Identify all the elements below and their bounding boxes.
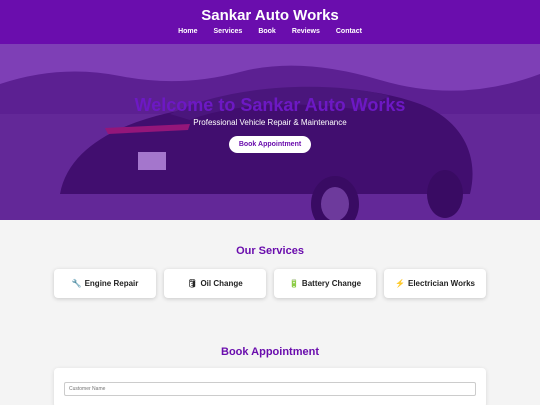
- service-label: Oil Change: [200, 279, 243, 288]
- booking-form: [54, 368, 486, 405]
- services-section: Our Services 🔧 Engine Repair 🛢 Oil Chang…: [0, 220, 540, 298]
- nav-services[interactable]: Services: [214, 28, 243, 35]
- service-card-electrician-works[interactable]: ⚡ Electrician Works: [384, 269, 486, 298]
- site-header: Sankar Auto Works Home Services Book Rev…: [0, 0, 540, 44]
- oil-icon: 🛢: [187, 279, 198, 288]
- booking-section: Book Appointment: [0, 346, 540, 405]
- hero-subtitle: Professional Vehicle Repair & Maintenanc…: [193, 118, 347, 127]
- service-card-battery-change[interactable]: 🔋 Battery Change: [274, 269, 376, 298]
- service-label: Battery Change: [301, 279, 362, 288]
- services-title: Our Services: [236, 245, 304, 257]
- lightning-icon: ⚡: [395, 279, 405, 288]
- nav-book[interactable]: Book: [258, 28, 276, 35]
- hero-heading: Welcome to Sankar Auto Works: [134, 95, 406, 115]
- hero-section: Welcome to Sankar Auto Works Professiona…: [0, 44, 540, 220]
- service-label: Electrician Works: [407, 279, 475, 288]
- nav-home[interactable]: Home: [178, 28, 197, 35]
- nav-contact[interactable]: Contact: [336, 28, 362, 35]
- booking-title: Book Appointment: [221, 346, 319, 358]
- main-nav: Home Services Book Reviews Contact: [0, 28, 540, 35]
- customer-name-input[interactable]: [64, 382, 476, 396]
- service-cards: 🔧 Engine Repair 🛢 Oil Change 🔋 Battery C…: [0, 269, 540, 298]
- hero-content: Welcome to Sankar Auto Works Professiona…: [0, 94, 540, 153]
- service-label: Engine Repair: [84, 279, 139, 288]
- wrench-icon: 🔧: [71, 279, 82, 288]
- service-card-engine-repair[interactable]: 🔧 Engine Repair: [54, 269, 156, 298]
- book-appointment-button[interactable]: Book Appointment: [228, 136, 312, 153]
- battery-icon: 🔋: [288, 279, 299, 288]
- site-title: Sankar Auto Works: [201, 7, 339, 24]
- service-card-oil-change[interactable]: 🛢 Oil Change: [164, 269, 266, 298]
- nav-reviews[interactable]: Reviews: [292, 28, 320, 35]
